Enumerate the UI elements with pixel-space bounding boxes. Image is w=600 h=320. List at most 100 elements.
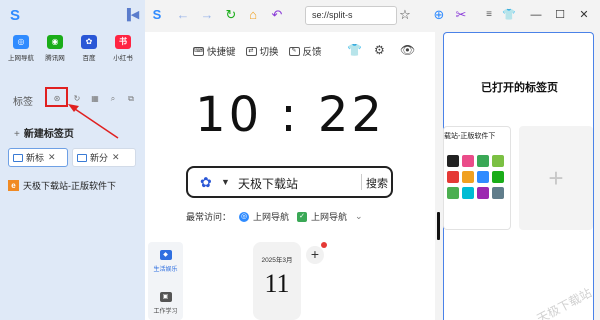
- browser-window: S ▐◀ ◎ 上网导航 ◉ 腾讯网 ✿ 百度 书 小红书 标签 ⊛ ↻ ▦ ⌕ …: [0, 0, 600, 320]
- briefcase-icon: ▣: [159, 292, 172, 302]
- clock: 10 : 22: [195, 87, 385, 143]
- bookmarks-title: 标签: [13, 97, 33, 108]
- browser-logo-icon[interactable]: S: [149, 7, 165, 23]
- quick-link-baidu[interactable]: ✿ 百度: [74, 35, 104, 62]
- bookmark-star-icon[interactable]: ☆: [397, 7, 413, 23]
- card-thumbnail: [447, 155, 509, 199]
- category-label: 工作学习: [153, 309, 178, 315]
- minimize-icon[interactable]: —: [529, 7, 543, 23]
- browser-logo-icon[interactable]: S: [6, 7, 24, 25]
- quick-link-nav[interactable]: ◎ 上网导航: [6, 35, 36, 62]
- quick-link-label: 腾讯网: [45, 55, 65, 62]
- site-favicon-icon: e: [8, 179, 19, 191]
- category-life[interactable]: ◆ 生活娱乐: [148, 250, 183, 273]
- plus-icon: +: [14, 129, 20, 140]
- new-split-tab-button[interactable]: +: [519, 126, 593, 230]
- quick-link-label: 百度: [82, 55, 96, 62]
- quick-links: ◎ 上网导航 ◉ 腾讯网 ✿ 百度 书 小红书: [6, 35, 138, 62]
- sidebar-tab[interactable]: 新分 ✕: [72, 148, 136, 167]
- open-tab-item[interactable]: e 天极下载站-正版软件下: [8, 178, 138, 192]
- maximize-icon[interactable]: ☐: [553, 7, 567, 23]
- search-button[interactable]: 搜索: [366, 175, 388, 191]
- sidebar: S ▐◀ ◎ 上网导航 ◉ 腾讯网 ✿ 百度 书 小红书 标签 ⊛ ↻ ▦ ⌕ …: [0, 0, 145, 320]
- category-work[interactable]: ▣ 工作学习: [148, 292, 183, 315]
- switch-icon: ⇄: [245, 46, 257, 56]
- tab-window-icon: [77, 153, 87, 162]
- gear-icon[interactable]: ⚙: [374, 43, 385, 57]
- refresh-icon[interactable]: ↻: [223, 7, 239, 23]
- tab-window-icon: [13, 153, 23, 162]
- top-links: ⌨ 快捷键 ⇄ 切换 ✎ 反馈: [193, 44, 332, 58]
- search-icon[interactable]: ⌕: [108, 94, 118, 104]
- open-tab-label: 天极下载站-正版软件下: [23, 180, 116, 191]
- chevron-down-icon[interactable]: ⌄: [355, 211, 363, 222]
- grid-view-icon[interactable]: ▦: [90, 94, 100, 104]
- calendar-month: 2025年3月: [261, 257, 293, 264]
- close-icon[interactable]: ✕: [48, 152, 56, 163]
- quick-link-xiaohongshu[interactable]: 书 小红书: [108, 35, 138, 62]
- baidu-paw-icon[interactable]: ✿: [200, 174, 212, 191]
- new-tab-group-button[interactable]: + 新建标签页: [14, 125, 74, 140]
- address-bar[interactable]: se://split-s: [305, 6, 397, 25]
- theme-shirt-icon[interactable]: 👕: [347, 43, 362, 57]
- keyboard-icon: ⌨: [193, 46, 204, 56]
- split-resize-handle[interactable]: [437, 212, 440, 240]
- menu-icon[interactable]: ≡: [481, 7, 497, 23]
- toolbar: S ← → ↻ ⌂ ↶ se://split-s ☆ ⊕ ✂ ≡ 👕 — ☐ ✕: [145, 0, 600, 32]
- split-panel: 已打开的标签页 载站-正版软件下 +: [443, 32, 594, 320]
- quick-link-tencent[interactable]: ◉ 腾讯网: [40, 35, 70, 62]
- notification-dot: [321, 242, 327, 248]
- copy-icon[interactable]: ⧉: [126, 94, 136, 104]
- category-panel: ◆ 生活娱乐 ▣ 工作学习: [148, 242, 183, 320]
- undo-icon[interactable]: ↶: [269, 7, 285, 23]
- xiaohongshu-icon: 书: [115, 35, 131, 49]
- sidebar-tab-label: 新分: [90, 153, 109, 163]
- search-box[interactable]: ✿ ▼ 天极下载站 搜索: [186, 166, 393, 198]
- card-title: 载站-正版软件下: [444, 133, 496, 140]
- back-icon[interactable]: ←: [175, 7, 191, 23]
- chevron-down-icon[interactable]: ▼: [221, 177, 230, 187]
- new-tab-page: ⌨ 快捷键 ⇄ 切换 ✎ 反馈 👕 ⚙ 👁 10 : 22 ✿ ▼ 天极下载站 …: [145, 32, 435, 320]
- close-icon[interactable]: ✕: [112, 152, 120, 163]
- category-label: 生活娱乐: [153, 267, 178, 273]
- switch-link[interactable]: ⇄ 切换: [245, 44, 279, 58]
- close-window-icon[interactable]: ✕: [577, 7, 591, 23]
- bookmark-toolbar: 标签 ⊛ ↻ ▦ ⌕ ⧉: [0, 90, 145, 108]
- add-widget-button[interactable]: +: [306, 246, 324, 264]
- link-label: 反馈: [302, 47, 322, 58]
- feedback-link[interactable]: ✎ 反馈: [288, 44, 322, 58]
- link-label: 快捷键: [207, 47, 236, 58]
- history-icon[interactable]: ↻: [72, 94, 82, 104]
- download-icon[interactable]: ⊕: [431, 7, 447, 23]
- shield-nav-icon: ◎: [239, 211, 250, 222]
- search-input[interactable]: 天极下载站: [238, 175, 298, 192]
- calendar-day: 11: [264, 269, 290, 298]
- eye-icon[interactable]: 👁: [400, 43, 415, 57]
- divider: [361, 174, 362, 190]
- frequent-label: 最常访问：: [186, 212, 232, 222]
- split-panel-title: 已打开的标签页: [481, 82, 558, 94]
- collapse-sidebar-icon[interactable]: ▐◀: [123, 8, 139, 22]
- sidebar-tab-label: 新标: [26, 153, 45, 163]
- sidebar-header: S ▐◀: [0, 6, 145, 26]
- shield-nav-icon: ◎: [13, 35, 29, 49]
- tencent-icon: ◉: [47, 35, 63, 49]
- shortcut-keys-link[interactable]: ⌨ 快捷键: [193, 44, 236, 58]
- baidu-paw-icon: ✿: [81, 35, 97, 49]
- sidebar-tab[interactable]: 新标 ✕: [8, 148, 68, 167]
- calendar-widget[interactable]: 2025年3月 11: [253, 242, 301, 320]
- check-nav-icon: ✓: [297, 211, 308, 222]
- frequent-visits: 最常访问： ◎ 上网导航 ✓ 上网导航 ⌄: [186, 210, 363, 223]
- quick-link-label: 上网导航: [8, 55, 34, 62]
- quick-link-label: 小红书: [113, 55, 133, 62]
- frequent-item[interactable]: 上网导航: [311, 210, 347, 223]
- open-tab-card[interactable]: 载站-正版软件下: [443, 126, 511, 230]
- frequent-item[interactable]: 上网导航: [253, 210, 289, 223]
- highlight-box: [45, 87, 68, 107]
- home-icon[interactable]: ⌂: [245, 7, 261, 23]
- screenshot-scissors-icon[interactable]: ✂: [453, 7, 469, 23]
- skin-shirt-icon[interactable]: 👕: [501, 7, 517, 23]
- forward-icon[interactable]: →: [199, 7, 215, 23]
- link-label: 切换: [259, 47, 279, 58]
- feedback-icon: ✎: [288, 46, 300, 56]
